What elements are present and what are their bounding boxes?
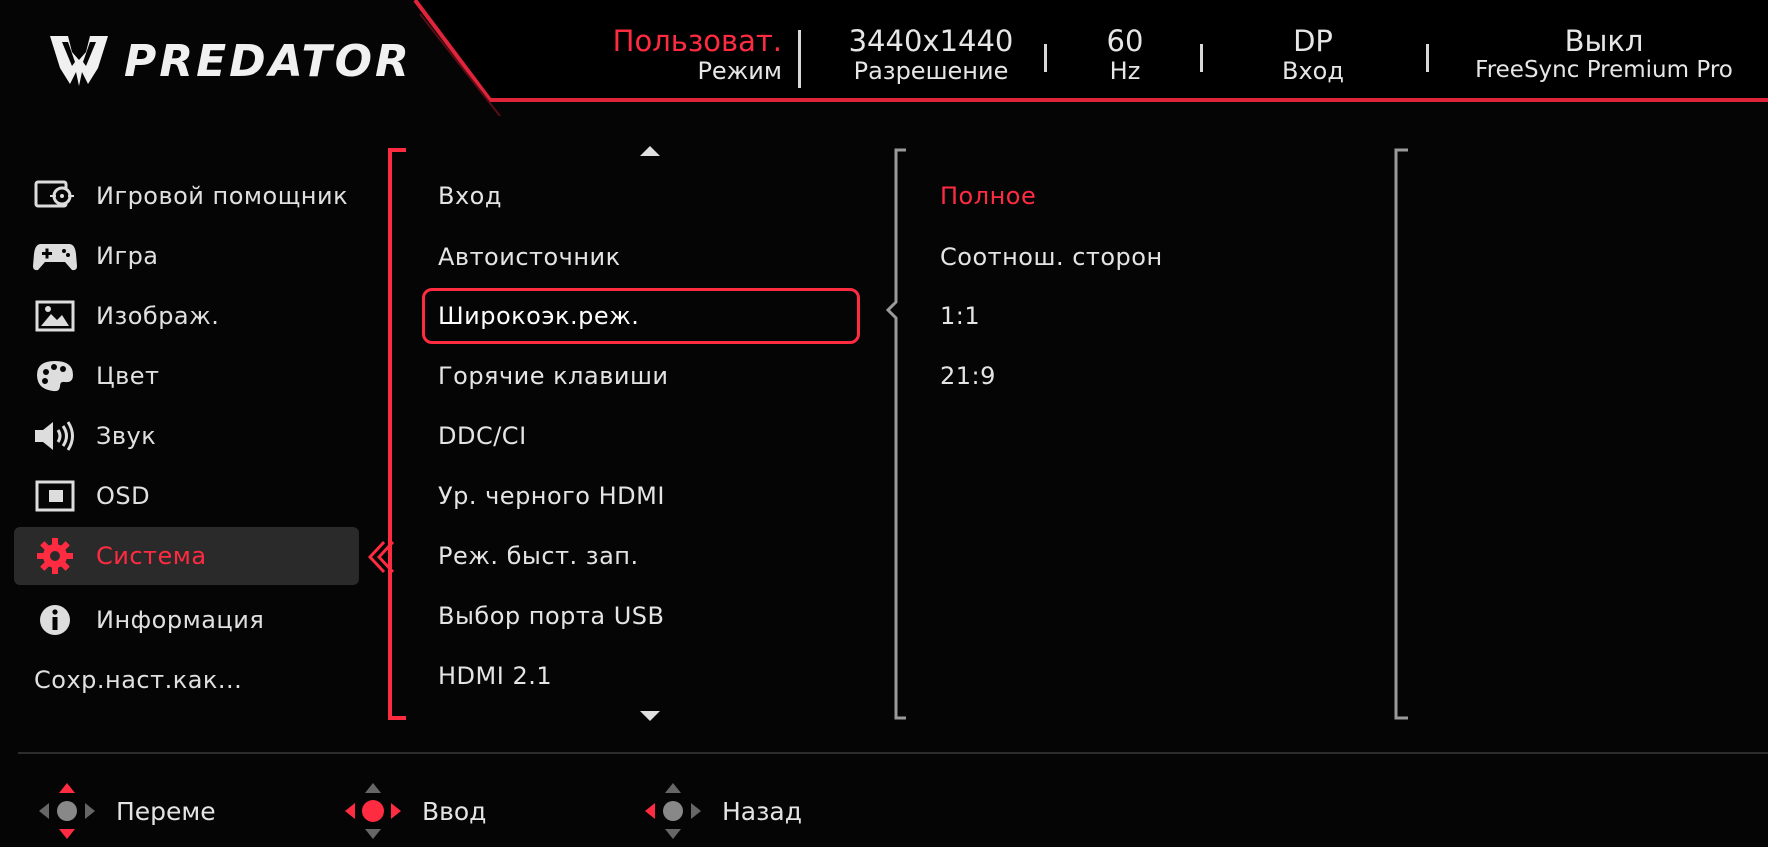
footer-back-label: Назад <box>722 796 803 826</box>
separator <box>1044 44 1047 72</box>
sidebar-item-color[interactable]: Цвет <box>14 347 359 405</box>
footer-move-label: Переме <box>116 796 216 826</box>
sidebar-item-info[interactable]: Информация <box>14 591 359 649</box>
option-1-1[interactable]: 1:1 <box>940 302 980 330</box>
brand-name: PREDATOR <box>124 35 412 87</box>
refresh-status: 60 Hz <box>1080 24 1170 85</box>
sidebar-item-label: Цвет <box>96 362 160 390</box>
menu-bracket <box>388 148 406 720</box>
footer-enter-label: Ввод <box>422 796 487 826</box>
resolution-value: 3440x1440 <box>848 24 1014 58</box>
mode-status: Пользоват. Режим <box>592 24 782 85</box>
game-assist-icon <box>32 178 78 214</box>
sidebar-item-label: Звук <box>96 422 157 450</box>
info-icon <box>32 602 78 638</box>
sidebar-item-sound[interactable]: Звук <box>14 407 359 465</box>
sidebar-item-picture[interactable]: Изображ. <box>14 287 359 345</box>
mode-value: Пользоват. <box>612 24 782 58</box>
speaker-icon <box>32 418 78 454</box>
gear-icon <box>32 538 78 574</box>
footer-move: Переме <box>36 780 216 842</box>
sidebar-item-label: Игра <box>96 242 159 270</box>
input-value: DP <box>1293 24 1333 58</box>
footer-back: Назад <box>642 780 802 842</box>
sidebar-item-label: Игровой помощник <box>96 182 349 210</box>
separator <box>798 30 801 88</box>
menu-item-usb-port[interactable]: Выбор порта USB <box>438 602 664 630</box>
options-bracket <box>885 148 906 720</box>
option-aspect-ratio[interactable]: Соотнош. сторон <box>940 243 1163 271</box>
freesync-label: FreeSync Premium Pro <box>1475 56 1733 83</box>
picture-icon <box>32 298 78 334</box>
sidebar-item-game-assist[interactable]: Игровой помощник <box>14 167 359 225</box>
predator-logo-icon <box>50 36 108 86</box>
sidebar-item-save-settings[interactable]: Сохр.наст.как... <box>14 651 359 709</box>
separator <box>1426 44 1429 72</box>
menu-item-wide-mode[interactable]: Широкоэк.реж. <box>438 302 639 330</box>
submenu-bracket <box>1394 148 1408 720</box>
palette-icon <box>32 358 78 394</box>
menu-item-hdmi-black-level[interactable]: Ур. черного HDMI <box>438 482 665 510</box>
menu-item-ddc-ci[interactable]: DDC/CI <box>438 422 527 450</box>
refresh-value: 60 <box>1106 24 1144 58</box>
freesync-status: Выкл FreeSync Premium Pro <box>1444 24 1764 83</box>
scroll-up-arrow-icon[interactable] <box>640 146 660 156</box>
menu-item-quick-start[interactable]: Реж. быст. зап. <box>438 542 639 570</box>
footer-enter: Ввод <box>342 780 486 842</box>
menu-item-hdmi-21[interactable]: HDMI 2.1 <box>438 662 552 690</box>
sidebar-item-label: Изображ. <box>96 302 220 330</box>
predator-logo: PREDATOR <box>48 32 412 90</box>
sidebar-item-label: Информация <box>96 606 265 634</box>
input-status: DP Вход <box>1268 24 1358 85</box>
resolution-status: 3440x1440 Разрешение <box>836 24 1026 85</box>
sidebar-item-osd[interactable]: OSD <box>14 467 359 525</box>
freesync-value: Выкл <box>1564 24 1644 58</box>
sidebar-item-system[interactable]: Система <box>14 527 359 585</box>
option-full[interactable]: Полное <box>940 182 1036 210</box>
joystick-press-icon <box>345 783 401 839</box>
resolution-label: Разрешение <box>853 56 1009 85</box>
joystick-left-icon <box>645 783 701 839</box>
scroll-down-arrow-icon[interactable] <box>640 711 660 721</box>
sidebar-item-label: OSD <box>96 482 151 510</box>
joystick-up-down-icon <box>39 783 95 839</box>
gamepad-icon <box>32 238 78 274</box>
menu-item-hotkeys[interactable]: Горячие клавиши <box>438 362 669 390</box>
osd-icon <box>32 478 78 514</box>
menu-item-input[interactable]: Вход <box>438 182 502 210</box>
input-label: Вход <box>1282 56 1344 85</box>
sidebar-item-label: Сохр.наст.как... <box>34 666 243 694</box>
footer-divider <box>18 752 1768 754</box>
sidebar-item-game[interactable]: Игра <box>14 227 359 285</box>
sidebar-item-label: Система <box>96 542 207 570</box>
separator <box>1200 44 1203 72</box>
option-21-9[interactable]: 21:9 <box>940 362 996 390</box>
menu-item-auto-source[interactable]: Автоисточник <box>438 243 621 271</box>
mode-label: Режим <box>697 56 782 85</box>
refresh-label: Hz <box>1109 56 1141 85</box>
